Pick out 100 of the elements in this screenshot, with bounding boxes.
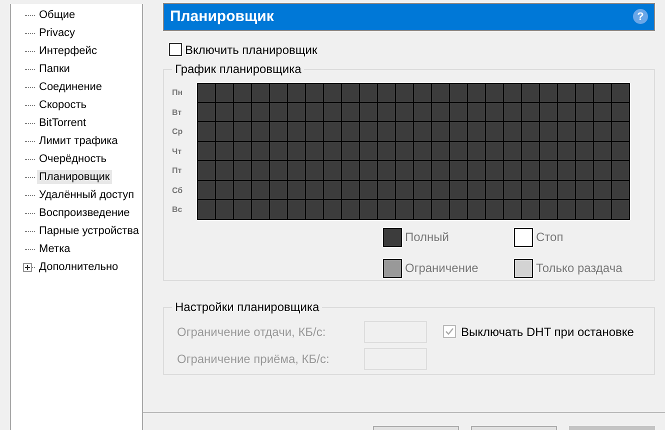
schedule-cell[interactable] (288, 102, 306, 122)
schedule-cell[interactable] (594, 122, 612, 142)
expand-icon[interactable] (23, 262, 32, 272)
schedule-cell[interactable] (360, 82, 378, 103)
schedule-cell[interactable] (468, 142, 486, 162)
schedule-cell[interactable] (486, 200, 504, 220)
schedule-cell[interactable] (270, 142, 288, 162)
schedule-cell[interactable] (450, 180, 468, 200)
schedule-cell[interactable] (378, 102, 396, 122)
schedule-cell[interactable] (306, 200, 324, 220)
schedule-cell[interactable] (558, 142, 576, 162)
schedule-cell[interactable] (252, 82, 270, 103)
schedule-cell[interactable] (396, 200, 414, 220)
schedule-cell[interactable] (252, 200, 270, 220)
schedule-cell[interactable] (252, 142, 270, 162)
schedule-cell[interactable] (414, 200, 432, 220)
schedule-cell[interactable] (342, 122, 360, 142)
schedule-cell[interactable] (576, 200, 594, 220)
tree-item[interactable]: BitTorrent (37, 116, 88, 130)
tree-item[interactable]: Папки (37, 62, 72, 76)
schedule-cell[interactable] (414, 82, 432, 103)
tree-item[interactable]: Скорость (37, 98, 89, 112)
schedule-cell[interactable] (306, 180, 324, 200)
schedule-cell[interactable] (270, 180, 288, 200)
schedule-cell[interactable] (594, 142, 612, 162)
schedule-cell[interactable] (522, 82, 540, 103)
schedule-cell[interactable] (468, 200, 486, 220)
schedule-cell[interactable] (270, 200, 288, 220)
schedule-cell[interactable] (486, 82, 504, 103)
schedule-cell[interactable] (558, 200, 576, 220)
schedule-cell[interactable] (396, 161, 414, 181)
schedule-cell[interactable] (540, 102, 558, 122)
schedule-cell[interactable] (576, 180, 594, 200)
schedule-cell[interactable] (360, 102, 378, 122)
schedule-cell[interactable] (612, 142, 630, 162)
schedule-cell[interactable] (468, 102, 486, 122)
tree-item[interactable]: Соединение (37, 80, 104, 94)
schedule-cell[interactable] (324, 161, 342, 181)
schedule-cell[interactable] (540, 82, 558, 103)
schedule-cell[interactable] (504, 122, 522, 142)
schedule-cell[interactable] (432, 122, 450, 142)
schedule-cell[interactable] (324, 82, 342, 103)
schedule-cell[interactable] (324, 102, 342, 122)
schedule-cell[interactable] (594, 82, 612, 103)
schedule-cell[interactable] (234, 161, 252, 181)
schedule-cell[interactable] (612, 102, 630, 122)
tree-item[interactable]: Удалённый доступ (37, 188, 136, 202)
schedule-cell[interactable] (324, 142, 342, 162)
schedule-cell[interactable] (360, 142, 378, 162)
schedule-cell[interactable] (342, 161, 360, 181)
schedule-cell[interactable] (234, 180, 252, 200)
schedule-cell[interactable] (414, 122, 432, 142)
schedule-cell[interactable] (216, 180, 234, 200)
schedule-cell[interactable] (486, 142, 504, 162)
schedule-cell[interactable] (342, 82, 360, 103)
schedule-cell[interactable] (396, 180, 414, 200)
schedule-cell[interactable] (252, 180, 270, 200)
schedule-cell[interactable] (198, 200, 216, 220)
checkbox[interactable] (169, 43, 182, 56)
schedule-cell[interactable] (450, 82, 468, 103)
schedule-cell[interactable] (252, 122, 270, 142)
schedule-cell[interactable] (540, 122, 558, 142)
schedule-cell[interactable] (234, 122, 252, 142)
schedule-cell[interactable] (486, 102, 504, 122)
schedule-cell[interactable] (558, 122, 576, 142)
schedule-cell[interactable] (252, 102, 270, 122)
schedule-cell[interactable] (612, 200, 630, 220)
schedule-cell[interactable] (378, 142, 396, 162)
schedule-cell[interactable] (432, 200, 450, 220)
schedule-cell[interactable] (198, 161, 216, 181)
schedule-cell[interactable] (324, 122, 342, 142)
schedule-cell[interactable] (216, 200, 234, 220)
schedule-cell[interactable] (594, 180, 612, 200)
schedule-cell[interactable] (414, 142, 432, 162)
schedule-cell[interactable] (396, 102, 414, 122)
schedule-cell[interactable] (234, 200, 252, 220)
schedule-cell[interactable] (522, 102, 540, 122)
tree-item[interactable]: Лимит трафика (37, 134, 120, 148)
schedule-cell[interactable] (198, 102, 216, 122)
tree-item[interactable]: Воспроизведение (37, 206, 132, 220)
schedule-cell[interactable] (234, 82, 252, 103)
schedule-cell[interactable] (414, 161, 432, 181)
schedule-cell[interactable] (270, 82, 288, 103)
schedule-cell[interactable] (306, 142, 324, 162)
schedule-cell[interactable] (360, 180, 378, 200)
schedule-cell[interactable] (198, 142, 216, 162)
schedule-cell[interactable] (288, 142, 306, 162)
schedule-cell[interactable] (504, 180, 522, 200)
schedule-cell[interactable] (432, 102, 450, 122)
schedule-cell[interactable] (522, 161, 540, 181)
schedule-cell[interactable] (342, 142, 360, 162)
schedule-cell[interactable] (378, 82, 396, 103)
schedule-cell[interactable] (576, 122, 594, 142)
schedule-cell[interactable] (450, 102, 468, 122)
schedule-cell[interactable] (450, 161, 468, 181)
schedule-cell[interactable] (450, 142, 468, 162)
schedule-cell[interactable] (216, 142, 234, 162)
schedule-cell[interactable] (288, 82, 306, 103)
schedule-cell[interactable] (414, 180, 432, 200)
schedule-cell[interactable] (558, 180, 576, 200)
